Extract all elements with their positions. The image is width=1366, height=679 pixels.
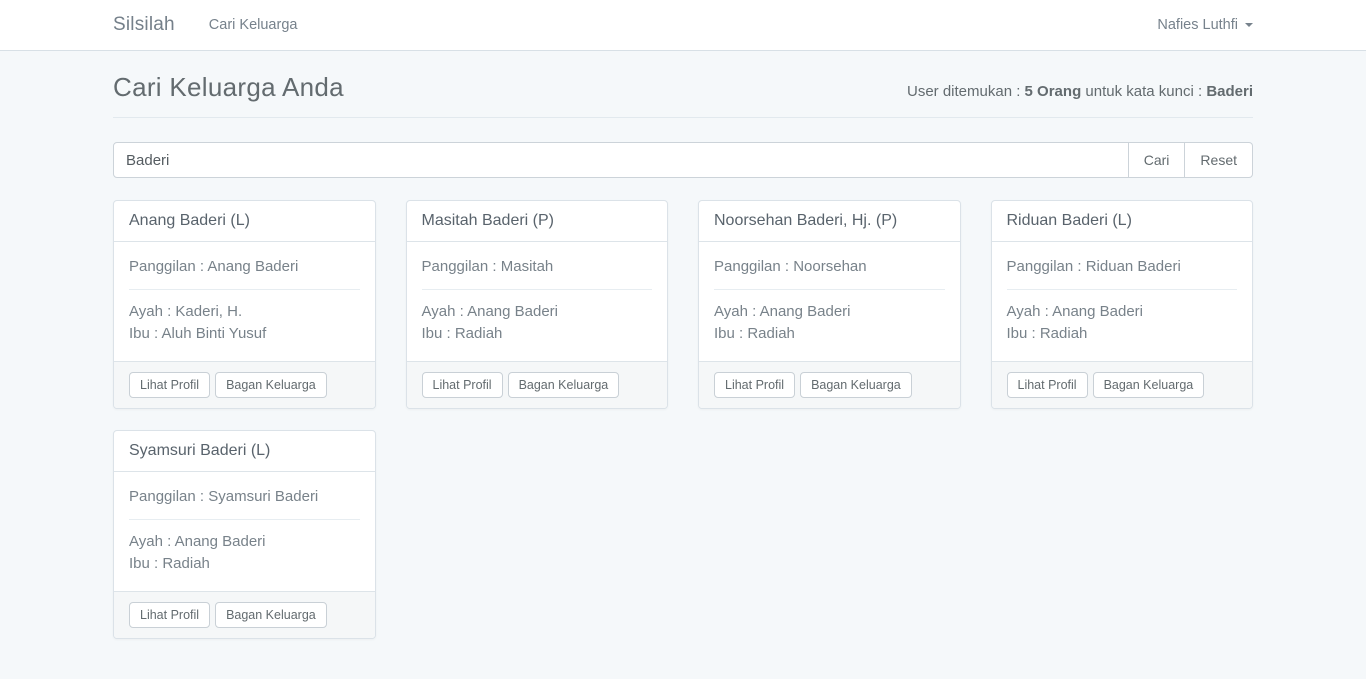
person-card: Anang Baderi (L) Panggilan : Anang Bader… [113,200,376,409]
person-card: Syamsuri Baderi (L) Panggilan : Syamsuri… [113,430,376,639]
lihat-profil-button[interactable]: Lihat Profil [1007,372,1088,398]
result-count: 5 Orang [1025,83,1082,100]
person-panggilan: Panggilan : Anang Baderi [129,256,360,278]
results-grid: Anang Baderi (L) Panggilan : Anang Bader… [113,200,1253,679]
person-ayah: Ayah : Anang Baderi [129,531,360,553]
person-ibu: Ibu : Radiah [422,323,653,345]
person-ibu: Ibu : Radiah [129,553,360,575]
result-keyword: Baderi [1206,83,1253,100]
bagan-keluarga-button[interactable]: Bagan Keluarga [1093,372,1205,398]
person-card-title: Noorsehan Baderi, Hj. (P) [699,201,960,242]
page-title: Cari Keluarga Anda [113,72,344,103]
person-card-footer: Lihat Profil Bagan Keluarga [407,361,668,408]
user-dropdown[interactable]: Nafies Luthfi [1157,17,1253,33]
person-card-title: Anang Baderi (L) [114,201,375,242]
bagan-keluarga-button[interactable]: Bagan Keluarga [508,372,620,398]
person-card-footer: Lihat Profil Bagan Keluarga [114,591,375,638]
bagan-keluarga-button[interactable]: Bagan Keluarga [215,602,327,628]
person-card-body: Panggilan : Noorsehan Ayah : Anang Bader… [699,242,960,361]
person-panggilan: Panggilan : Syamsuri Baderi [129,486,360,508]
person-card-title: Masitah Baderi (P) [407,201,668,242]
person-panggilan: Panggilan : Masitah [422,256,653,278]
person-panggilan: Panggilan : Riduan Baderi [1007,256,1238,278]
person-card-title: Riduan Baderi (L) [992,201,1253,242]
chevron-down-icon [1245,23,1253,27]
navbar-left: Silsilah Cari Keluarga [113,14,1157,36]
main-container: Cari Keluarga Anda User ditemukan : 5 Or… [113,72,1253,679]
result-middle: untuk kata kunci : [1081,83,1206,100]
result-prefix: User ditemukan : [907,83,1025,100]
result-summary: User ditemukan : 5 Orang untuk kata kunc… [907,83,1253,100]
person-card: Noorsehan Baderi, Hj. (P) Panggilan : No… [698,200,961,409]
search-input[interactable] [113,142,1129,178]
nav-item-cari-keluarga[interactable]: Cari Keluarga [209,17,298,33]
person-card-body: Panggilan : Riduan Baderi Ayah : Anang B… [992,242,1253,361]
page-header: Cari Keluarga Anda User ditemukan : 5 Or… [113,72,1253,118]
person-card-title: Syamsuri Baderi (L) [114,431,375,472]
person-ayah: Ayah : Anang Baderi [714,301,945,323]
navbar-right: Nafies Luthfi [1157,17,1253,33]
user-name: Nafies Luthfi [1157,17,1238,33]
card-divider [422,289,653,290]
card-divider [1007,289,1238,290]
bagan-keluarga-button[interactable]: Bagan Keluarga [215,372,327,398]
lihat-profil-button[interactable]: Lihat Profil [129,372,210,398]
card-divider [129,289,360,290]
person-ibu: Ibu : Radiah [1007,323,1238,345]
person-ibu: Ibu : Aluh Binti Yusuf [129,323,360,345]
person-card-body: Panggilan : Anang Baderi Ayah : Kaderi, … [114,242,375,361]
person-card-footer: Lihat Profil Bagan Keluarga [114,361,375,408]
bagan-keluarga-button[interactable]: Bagan Keluarga [800,372,912,398]
card-divider [714,289,945,290]
person-card: Riduan Baderi (L) Panggilan : Riduan Bad… [991,200,1254,409]
top-navbar: Silsilah Cari Keluarga Nafies Luthfi [0,0,1366,51]
person-card-footer: Lihat Profil Bagan Keluarga [699,361,960,408]
person-ayah: Ayah : Anang Baderi [1007,301,1238,323]
person-ayah: Ayah : Kaderi, H. [129,301,360,323]
lihat-profil-button[interactable]: Lihat Profil [422,372,503,398]
person-card-footer: Lihat Profil Bagan Keluarga [992,361,1253,408]
lihat-profil-button[interactable]: Lihat Profil [129,602,210,628]
person-card-body: Panggilan : Masitah Ayah : Anang Baderi … [407,242,668,361]
search-bar: Cari Reset [113,142,1253,178]
person-card: Masitah Baderi (P) Panggilan : Masitah A… [406,200,669,409]
cari-button[interactable]: Cari [1129,142,1186,178]
navbar-container: Silsilah Cari Keluarga Nafies Luthfi [113,0,1253,50]
person-panggilan: Panggilan : Noorsehan [714,256,945,278]
lihat-profil-button[interactable]: Lihat Profil [714,372,795,398]
card-divider [129,519,360,520]
person-card-body: Panggilan : Syamsuri Baderi Ayah : Anang… [114,472,375,591]
person-ibu: Ibu : Radiah [714,323,945,345]
reset-button[interactable]: Reset [1185,142,1253,178]
brand-link[interactable]: Silsilah [113,14,175,36]
person-ayah: Ayah : Anang Baderi [422,301,653,323]
